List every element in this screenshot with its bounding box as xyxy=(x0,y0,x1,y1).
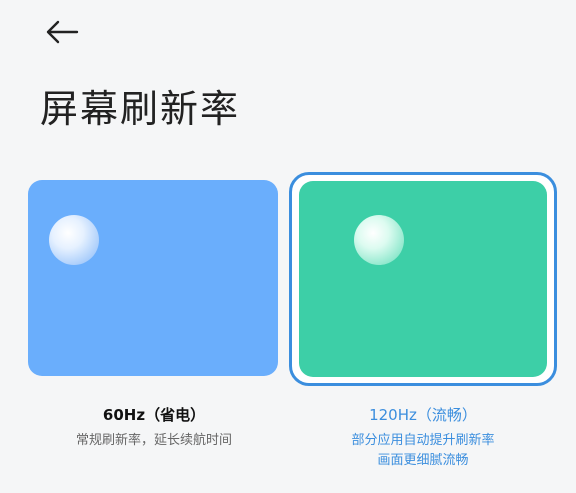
page-title: 屏幕刷新率 xyxy=(40,87,241,131)
refresh-option-60hz[interactable] xyxy=(28,180,280,378)
option-desc-120hz-line2: 画面更细腻流畅 xyxy=(377,453,469,468)
preview-orb xyxy=(49,215,99,265)
option-title-60hz: 60Hz（省电） xyxy=(102,406,206,424)
option-label-60hz[interactable]: 60Hz（省电） 常规刷新率，延长续航时间 xyxy=(28,404,280,451)
option-desc-60hz: 常规刷新率，延长续航时间 xyxy=(75,433,232,448)
preview-orb xyxy=(354,215,404,265)
option-desc-120hz-line1: 部分应用自动提升刷新率 xyxy=(351,433,495,448)
preview-card-120hz xyxy=(299,181,547,377)
arrow-left-icon xyxy=(46,20,79,44)
refresh-option-120hz[interactable] xyxy=(289,172,557,386)
back-button[interactable] xyxy=(40,12,84,52)
option-label-120hz[interactable]: 120Hz（流畅） 部分应用自动提升刷新率 画面更细腻流畅 xyxy=(289,404,557,471)
option-title-120hz: 120Hz（流畅） xyxy=(369,406,477,424)
preview-card-60hz xyxy=(28,180,278,376)
